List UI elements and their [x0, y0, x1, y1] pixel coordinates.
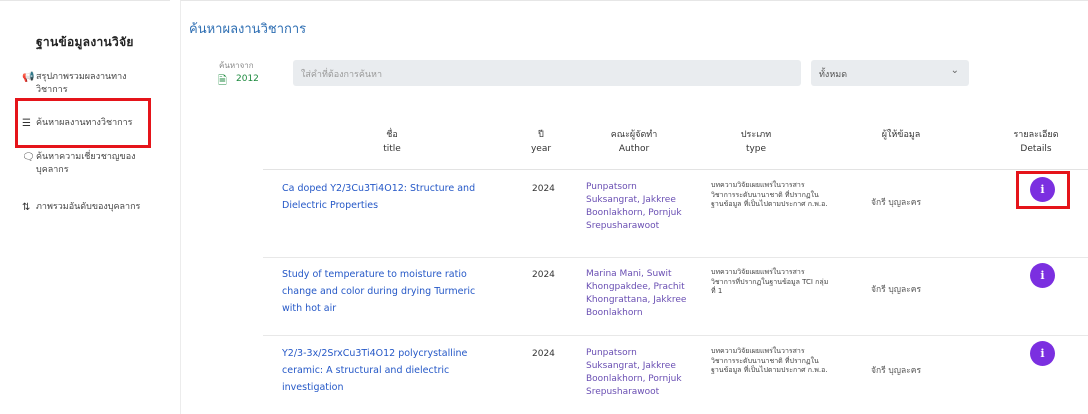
column-header-type: ประเภท type	[740, 130, 772, 154]
column-header-author: คณะผู้จัดทำ Author	[610, 130, 658, 154]
info-icon[interactable]: i	[1030, 263, 1055, 288]
sidebar-item-label: ค้นหาความเชี่ยวชาญของบุคลากร	[36, 152, 136, 175]
year-filter-value[interactable]: 2012	[236, 74, 259, 84]
row-provider: จักรี บุญละคร	[871, 285, 922, 295]
sidebar-item-expert-search[interactable]: 🗨 ค้นหาความเชี่ยวชาญของบุคลากร	[22, 151, 156, 177]
document-icon: 🗎	[218, 74, 227, 87]
info-icon[interactable]: i	[1030, 341, 1055, 366]
column-header-title: ชื่อ title	[383, 130, 401, 154]
row-type: บทความวิจัยเผยแพร่ในวารสารวิชาการระดับนา…	[711, 181, 828, 208]
row-author: Punpatsorn Suksangrat, Jakkree Boonlakho…	[586, 348, 682, 397]
search-input[interactable]: ใส่คำที่ต้องการค้นหา	[293, 60, 801, 86]
sidebar-title: ฐานข้อมูลงานวิจัย	[36, 35, 134, 49]
highlight-box-sidebar	[15, 98, 151, 148]
row-provider: จักรี บุญละคร	[871, 198, 922, 208]
type-select[interactable]: ทั้งหมด ⌄	[811, 60, 969, 86]
page-title: ค้นหาผลงานวิชาการ	[189, 22, 307, 37]
row-year: 2024	[532, 184, 555, 194]
sidebar-item-label: ภาพรวมอันดับของบุคลากร	[36, 202, 141, 212]
column-header-year: ปี year	[530, 130, 552, 154]
column-header-details: รายละเอียด Details	[1013, 130, 1059, 154]
sidebar-item-label: สรุปภาพรวมผลงานทางวิชาการ	[36, 72, 127, 95]
row-divider	[263, 335, 1088, 336]
row-divider	[263, 257, 1088, 258]
sidebar-item-summary[interactable]: 📢 สรุปภาพรวมผลงานทางวิชาการ	[22, 71, 156, 97]
row-year: 2024	[532, 349, 555, 359]
megaphone-icon: 📢	[22, 72, 35, 83]
main-content: ค้นหาผลงานวิชาการ ค้นหาจาก 🗎 2012 ใส่คำท…	[180, 0, 1088, 414]
sidebar-item-ranking[interactable]: ⇅ ภาพรวมอันดับของบุคลากร	[22, 201, 156, 214]
row-author: Punpatsorn Suksangrat, Jakkree Boonlakho…	[586, 182, 682, 231]
highlight-box-details	[1016, 171, 1070, 209]
row-type: บทความวิจัยเผยแพร่ในวารสารวิชาการระดับนา…	[711, 347, 828, 374]
chevron-down-icon: ⌄	[950, 65, 959, 76]
header-divider	[263, 169, 1088, 170]
row-title-link[interactable]: Y2/3-3x/2SrxCu3Ti4O12 polycrystalline ce…	[282, 345, 492, 396]
column-header-provider: ผู้ให้ข้อมูล	[881, 130, 921, 140]
expert-search-icon: 🗨	[22, 152, 35, 163]
row-title-link[interactable]: Ca doped Y2/3Cu3Ti4O12: Structure and Di…	[282, 180, 492, 214]
row-provider: จักรี บุญละคร	[871, 366, 922, 376]
sidebar: ฐานข้อมูลงานวิจัย 📢 สรุปภาพรวมผลงานทางวิ…	[0, 0, 170, 414]
row-type: บทความวิจัยเผยแพร่ในวารสารวิชาการที่ปราก…	[711, 268, 829, 295]
type-select-value: ทั้งหมด	[819, 70, 848, 80]
row-year: 2024	[532, 270, 555, 280]
row-title-link[interactable]: Study of temperature to moisture ratio c…	[282, 266, 492, 317]
row-author: Marina Mani, Suwit Khongpakdee, Prachit …	[586, 269, 687, 318]
year-filter-label: ค้นหาจาก	[219, 61, 254, 70]
sort-icon: ⇅	[22, 202, 31, 213]
